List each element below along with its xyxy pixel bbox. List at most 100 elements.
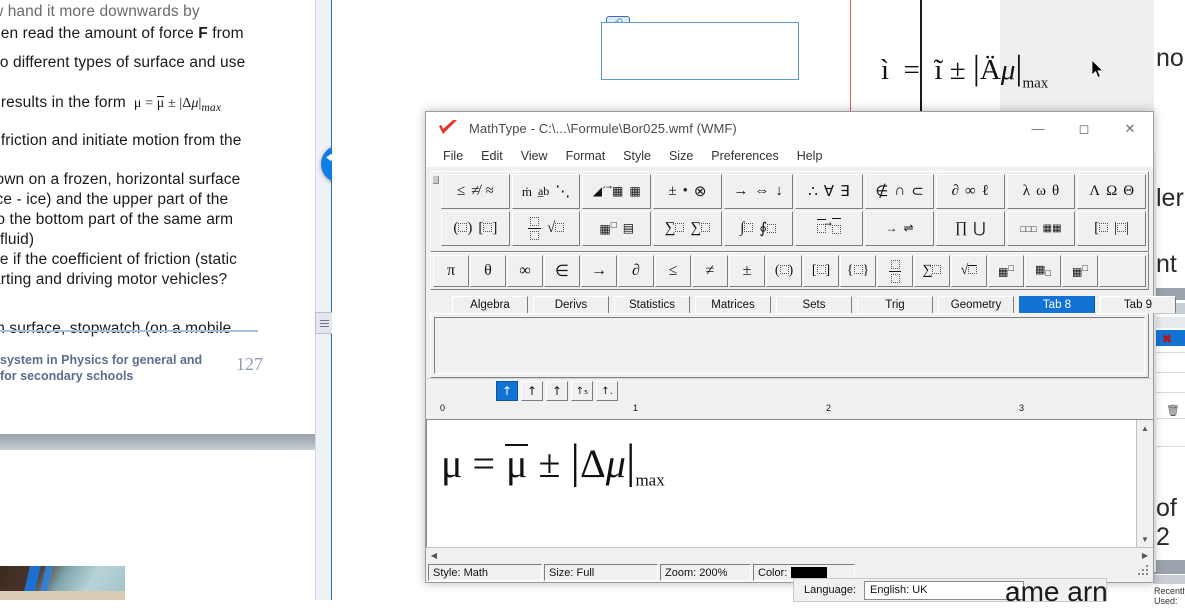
- variables-palette-button[interactable]: ∂ ∞ ℓ: [935, 174, 1005, 209]
- embellishments-palette-button[interactable]: ◢´⃗▦ ▦: [582, 174, 652, 209]
- menu-preferences[interactable]: Preferences: [702, 147, 787, 165]
- align-left-button[interactable]: ↑: [496, 381, 518, 401]
- matrix-templates-palette-button[interactable]: □□□ ▦▦: [1006, 211, 1076, 246]
- menu-help[interactable]: Help: [788, 147, 832, 165]
- alignment-toolbar[interactable]: ↑ ↑ ↑ ↑₅ ↑.: [426, 378, 1153, 403]
- formula-ruler[interactable]: 0 1 2 3: [426, 403, 1153, 420]
- ole-equation-text: ì = ĩ ± |Äμ|max: [881, 48, 1049, 92]
- symbol-right-arrow-button[interactable]: →: [581, 255, 617, 287]
- align-center-button[interactable]: ↑: [521, 381, 543, 401]
- symbol-element-of-button[interactable]: ∈: [544, 255, 580, 287]
- right-text-fragment: of 2: [1156, 494, 1177, 551]
- tab-statistics[interactable]: Statistics: [614, 296, 690, 313]
- status-zoom[interactable]: Zoom: 200%: [660, 564, 751, 581]
- menu-size[interactable]: Size: [660, 147, 702, 165]
- products-set-theory-palette-button[interactable]: ∏ ⋃: [935, 211, 1005, 246]
- set-theory-palette-button[interactable]: ∉ ∩ ⊂: [865, 174, 934, 209]
- tab-geometry[interactable]: Geometry: [938, 296, 1014, 313]
- symbol-pi-button[interactable]: π: [433, 255, 469, 287]
- tab-8[interactable]: Tab 8: [1019, 296, 1095, 313]
- ruler-label-1: 1: [633, 403, 639, 413]
- greek-uppercase-palette-button[interactable]: ΛΩΘ: [1077, 174, 1147, 209]
- maximize-button[interactable]: ◻: [1061, 112, 1107, 145]
- tab-matrices[interactable]: Matrices: [695, 296, 771, 313]
- minimize-button[interactable]: —: [1015, 112, 1061, 145]
- template-subsup-button[interactable]: ▦□: [1062, 255, 1098, 287]
- spaces-dots-palette-button[interactable]: ṁ a̲b ⋱: [511, 174, 581, 209]
- template-brackets-button[interactable]: []: [803, 255, 839, 287]
- editor-vertical-scrollbar[interactable]: ▲ ▼: [1136, 420, 1153, 547]
- toolbar-grip[interactable]: [431, 172, 440, 251]
- integral-palette-button[interactable]: ∫ ∮: [723, 211, 793, 246]
- tab-9[interactable]: Tab 9: [1100, 296, 1176, 313]
- footer-line-2: for secondary schools: [0, 369, 134, 383]
- template-superscript-button[interactable]: ▦□: [988, 255, 1024, 287]
- align-right-button[interactable]: ↑: [546, 381, 568, 401]
- template-fraction-button[interactable]: [877, 255, 913, 287]
- editor-horizontal-scrollbar[interactable]: ◀ ▶: [426, 547, 1153, 564]
- menu-view[interactable]: View: [512, 147, 557, 165]
- menu-file[interactable]: File: [434, 147, 472, 165]
- tab-content-panel[interactable]: [430, 313, 1149, 378]
- logic-palette-button[interactable]: ∴ ∀ ∃: [794, 174, 864, 209]
- template-radical-button[interactable]: √: [951, 255, 987, 287]
- symbol-palette-panel: ≤ ≠̸ ≈ ṁ a̲b ⋱ ◢´⃗▦ ▦ ± • ⊗ → ⇔ ↓ ∴ ∀ ∃ ∉ ∩ ⊂ ∂ ∞ ℓ λωθ…: [430, 171, 1149, 252]
- color-swatch[interactable]: [791, 567, 828, 578]
- mouse-pointer-icon: [1092, 60, 1104, 79]
- matrix-fences-palette-button[interactable]: [| |: [1077, 211, 1147, 246]
- underbar-overbar-palette-button[interactable]: ⃗: [794, 211, 864, 246]
- symbol-not-equal-button[interactable]: ≠: [692, 255, 728, 287]
- relations-palette-button[interactable]: ≤ ≠̸ ≈: [441, 174, 510, 209]
- mathtype-window[interactable]: MathType - C:\...\Formule\Bor025.wmf (WM…: [425, 111, 1176, 583]
- equation-content[interactable]: μ = μ ± |Δμ|max: [441, 434, 665, 491]
- template-summation-button[interactable]: ∑: [914, 255, 950, 287]
- resize-grip-icon[interactable]: [1136, 563, 1150, 577]
- scroll-right-icon[interactable]: ▶: [1137, 547, 1153, 564]
- status-size[interactable]: Size: Full: [544, 564, 658, 581]
- photo-floor: [0, 591, 125, 600]
- ole-equation-object[interactable]: ì = ĩ ± |Äμ|max: [601, 22, 1048, 91]
- menu-format[interactable]: Format: [557, 147, 615, 165]
- doc-text-line: t results in the form μ = μ ± |Δμ|max: [0, 94, 221, 114]
- template-parens-button[interactable]: (): [766, 255, 802, 287]
- fences-palette-button[interactable]: ()[]: [441, 211, 510, 246]
- align-at-equals-button[interactable]: ↑₅: [571, 381, 593, 401]
- symbol-plus-minus-button[interactable]: ±: [729, 255, 765, 287]
- arrows-palette-button[interactable]: → ⇔ ↓: [723, 174, 793, 209]
- palette-tabs[interactable]: Algebra Derivs Statistics Matrices Sets …: [430, 295, 1176, 313]
- right-selected-row[interactable]: ✖: [1154, 330, 1185, 346]
- fraction-radical-palette-button[interactable]: √: [511, 211, 581, 246]
- tab-algebra[interactable]: Algebra: [452, 296, 528, 313]
- summation-palette-button[interactable]: ∑ ∑: [653, 211, 722, 246]
- tab-derivs[interactable]: Derivs: [533, 296, 609, 313]
- menu-edit[interactable]: Edit: [472, 147, 512, 165]
- scroll-up-icon[interactable]: ▲: [1137, 420, 1153, 436]
- language-value: English: UK: [870, 584, 928, 596]
- menu-bar[interactable]: File Edit View Format Style Size Prefere…: [426, 145, 1153, 167]
- scroll-down-icon[interactable]: ▼: [1137, 531, 1153, 547]
- window-controls[interactable]: — ◻ ✕: [1015, 112, 1153, 145]
- symbol-partial-button[interactable]: ∂: [618, 255, 654, 287]
- align-at-decimal-button[interactable]: ↑.: [596, 381, 618, 401]
- symbol-infinity-button[interactable]: ∞: [507, 255, 543, 287]
- window-titlebar[interactable]: MathType - C:\...\Formule\Bor025.wmf (WM…: [426, 112, 1153, 145]
- status-style[interactable]: Style: Math: [428, 564, 542, 581]
- symbol-less-equal-button[interactable]: ≤: [655, 255, 691, 287]
- tab-sets[interactable]: Sets: [776, 296, 852, 313]
- labeled-arrow-palette-button[interactable]: → ⇌: [865, 211, 934, 246]
- footer-line-1: system in Physics for general and: [0, 353, 203, 367]
- close-button[interactable]: ✕: [1107, 112, 1153, 145]
- status-color-label: Color:: [758, 566, 788, 579]
- subscript-superscript-palette-button[interactable]: ▦□ ▤: [582, 211, 652, 246]
- template-braces-button[interactable]: {}: [840, 255, 876, 287]
- template-subscript-button[interactable]: ▦□: [1025, 255, 1061, 287]
- symbol-theta-button[interactable]: θ: [470, 255, 506, 287]
- scroll-left-icon[interactable]: ◀: [426, 547, 442, 564]
- equation-editor-canvas[interactable]: μ = μ ± |Δμ|max ▲ ▼: [426, 420, 1153, 547]
- tab-trig[interactable]: Trig: [857, 296, 933, 313]
- menu-style[interactable]: Style: [614, 147, 660, 165]
- trash-icon[interactable]: 🗑: [1166, 404, 1180, 417]
- operators-palette-button[interactable]: ± • ⊗: [653, 174, 722, 209]
- greek-lowercase-palette-button[interactable]: λωθ: [1006, 174, 1076, 209]
- language-select[interactable]: English: UK ▼: [864, 580, 1024, 600]
